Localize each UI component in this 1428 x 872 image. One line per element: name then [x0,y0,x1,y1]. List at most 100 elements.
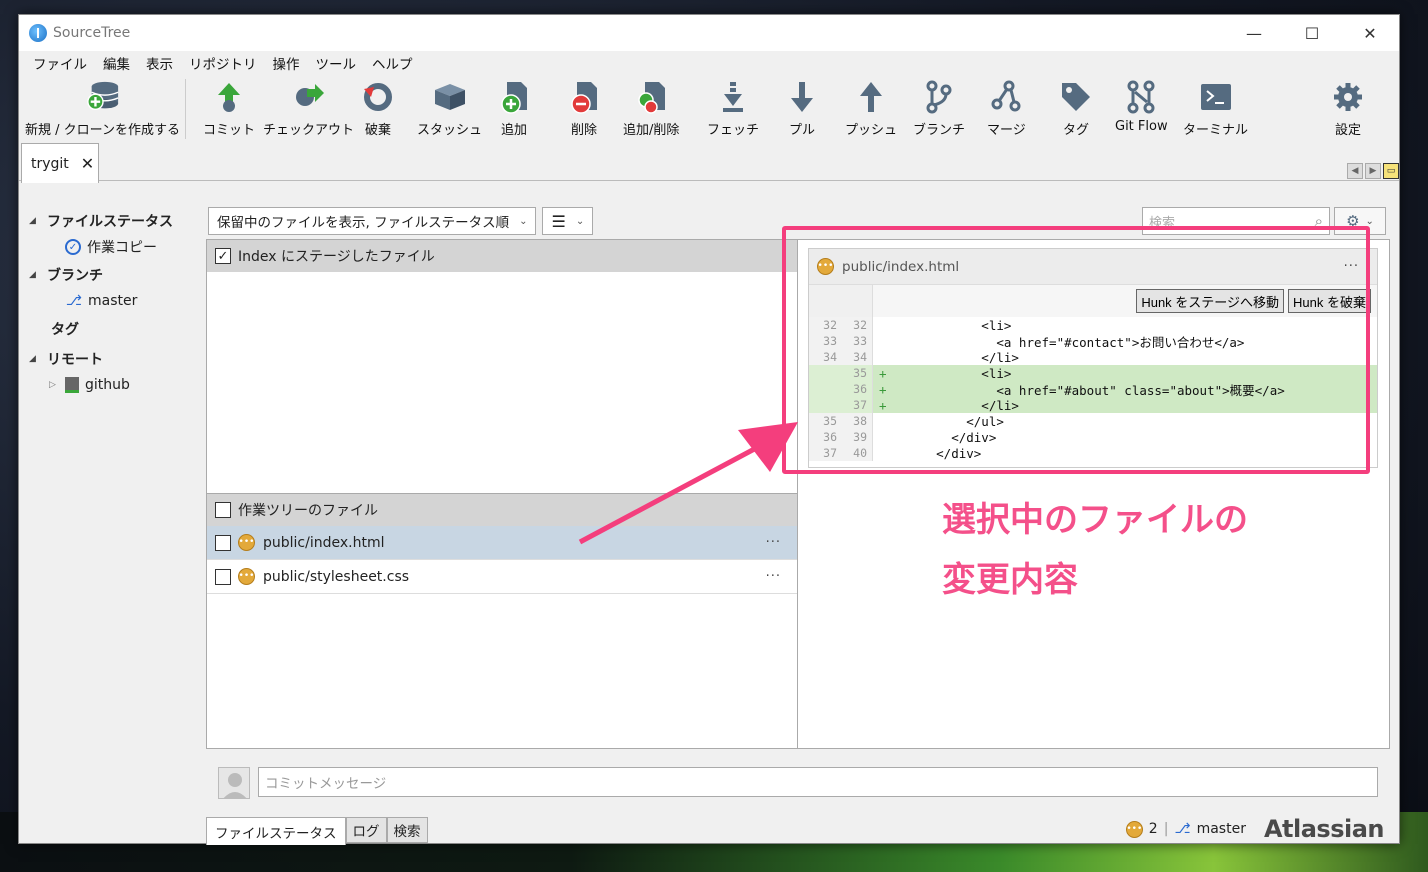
git-flow-button[interactable]: Git Flow [1115,79,1168,134]
line-number-gutter: 33 33 [809,333,873,349]
expand-triangle-icon[interactable]: ◢ [29,216,47,226]
pending-count: 2 [1148,821,1158,837]
menu-view[interactable]: 表示 [138,53,181,73]
diff-line-context: 33 33 <a href="#contact">お問い合わせ</a> [809,333,1377,350]
options-gear-dropdown[interactable]: ⚙ ⌄ [1334,207,1386,235]
branch-check-icon: ⎇ [65,293,83,309]
close-button[interactable]: ✕ [1341,15,1399,51]
code-text: <li> [891,317,1012,333]
code-text: <li> [891,365,1012,381]
diff-line-context: 36 39 </div> [809,429,1377,445]
sidebar-remote-github[interactable]: ▷ github [49,377,130,393]
scroll-left-icon[interactable]: ◀ [1347,163,1363,179]
collapsed-triangle-icon[interactable]: ▷ [49,380,65,390]
file-row-stylesheet-css[interactable]: ••• public/stylesheet.css ··· [207,560,797,594]
sidebar-file-status[interactable]: ◢ ファイルステータス [29,211,173,231]
scroll-right-icon[interactable]: ▶ [1365,163,1381,179]
terminal-label: ターミナル [1183,123,1249,138]
fetch-label: フェッチ [707,123,760,138]
discard-hunk-button[interactable]: Hunk を破棄 [1288,289,1371,313]
pull-button[interactable]: プル [785,79,819,138]
menu-tools[interactable]: ツール [308,53,365,73]
modified-status-icon: ••• [238,534,255,551]
minimize-button[interactable]: — [1225,15,1283,51]
staged-select-all-checkbox[interactable]: ✓ [215,248,231,264]
annotation-line-2: 変更内容 [942,560,1078,600]
checkout-button[interactable]: チェックアウト [263,79,354,138]
tab-log[interactable]: ログ [345,817,387,843]
tag-label: タグ [1062,123,1089,138]
close-tab-icon[interactable]: ✕ [81,154,94,173]
maximize-button[interactable]: ☐ [1283,15,1341,51]
expand-triangle-icon[interactable]: ◢ [29,354,47,364]
menu-edit[interactable]: 編集 [95,53,138,73]
merge-icon [989,79,1023,115]
tag-button[interactable]: タグ [1059,79,1093,138]
sidebar-remotes-label: リモート [47,352,103,368]
settings-button[interactable]: 設定 [1331,79,1365,138]
fetch-button[interactable]: フェッチ [707,79,759,138]
old-line-number: 34 [823,350,837,364]
file-checkbox[interactable] [215,534,231,551]
remove-button[interactable]: 削除 [567,79,601,138]
more-options-icon[interactable]: ··· [1344,259,1359,274]
chevron-down-icon: ⌄ [1365,215,1374,227]
stash-button[interactable]: スタッシュ [417,79,482,138]
tab-file-status[interactable]: ファイルステータス [206,817,346,845]
menu-help[interactable]: ヘルプ [364,53,421,73]
push-button[interactable]: プッシュ [845,79,897,138]
commit-placeholder: コミットメッセージ [265,776,387,792]
unstaged-select-all-checkbox[interactable] [215,502,231,518]
new-line-number: 37 [853,398,867,412]
diff-marker: + [879,365,887,381]
view-mode-label: 保留中のファイルを表示, ファイルステータス順 [217,215,510,231]
commit-message-input[interactable]: コミットメッセージ [258,767,1378,797]
sidebar-working-copy[interactable]: ✓ 作業コピー [65,237,157,257]
new-line-number: 36 [853,382,867,396]
new-clone-label: 新規 / クローンを作成する [25,123,180,138]
diff-line-added: 37 + </li> [809,397,1377,413]
commit-label: コミット [203,123,256,138]
tab-search[interactable]: 検索 [386,817,428,843]
file-checkbox[interactable] [215,568,231,585]
menu-repository[interactable]: リポジトリ [181,53,265,73]
hunk-toolbar: Hunk をステージへ移動 Hunk を破棄 [809,285,1377,317]
sidebar-tags[interactable]: タグ [51,319,79,339]
code-text: <a href="#about" class="about">概要</a> [891,382,1285,398]
add-remove-label: 追加/削除 [623,123,680,138]
discard-button[interactable]: 破棄 [361,79,395,138]
line-number-gutter: 35 [809,365,873,381]
sidebar-branches-label: ブランチ [47,268,103,284]
commit-button[interactable]: コミット [203,79,255,138]
avatar [218,767,250,799]
expand-triangle-icon[interactable]: ◢ [29,270,47,280]
stage-hunk-button[interactable]: Hunk をステージへ移動 [1136,289,1285,313]
menu-file[interactable]: ファイル [25,53,95,73]
new-line-number: 33 [853,334,867,348]
merge-button[interactable]: マージ [987,79,1026,138]
sidebar-remotes[interactable]: ◢ リモート [29,349,103,369]
sidebar-github-label: github [85,377,130,393]
add-button[interactable]: 追加 [497,79,531,138]
git-flow-icon [1124,79,1158,115]
branch-label: ブランチ [913,123,966,138]
repo-tab-trygit[interactable]: trygit ✕ [21,143,99,183]
branch-button[interactable]: ブランチ [913,79,965,138]
list-view-dropdown[interactable]: ☰ ⌄ [542,207,594,235]
menu-actions[interactable]: 操作 [265,53,308,73]
sidebar-branches[interactable]: ◢ ブランチ [29,265,103,285]
sidebar: ◢ ファイルステータス ✓ 作業コピー ◢ ブランチ ⎇ master タグ ◢… [19,209,205,843]
search-input[interactable]: 検索 ⌕ [1142,207,1330,235]
diff-line-context: 35 38 </ul> [809,413,1377,429]
add-remove-button[interactable]: 追加/削除 [623,79,679,138]
view-mode-dropdown[interactable]: 保留中のファイルを表示, ファイルステータス順 ⌄ [208,207,537,235]
more-options-icon[interactable]: ··· [766,569,781,584]
sidebar-branch-master[interactable]: ⎇ master [65,293,137,309]
unstaged-header-label: 作業ツリーのファイル [238,503,378,519]
sidebar-working-copy-label: 作業コピー [87,240,157,256]
tab-list-icon[interactable]: ▭ [1383,163,1399,179]
sidebar-master-label: master [88,293,138,309]
new-clone-button[interactable]: 新規 / クローンを作成する [25,79,180,138]
terminal-button[interactable]: ターミナル [1183,79,1248,138]
new-line-number: 39 [853,430,867,444]
